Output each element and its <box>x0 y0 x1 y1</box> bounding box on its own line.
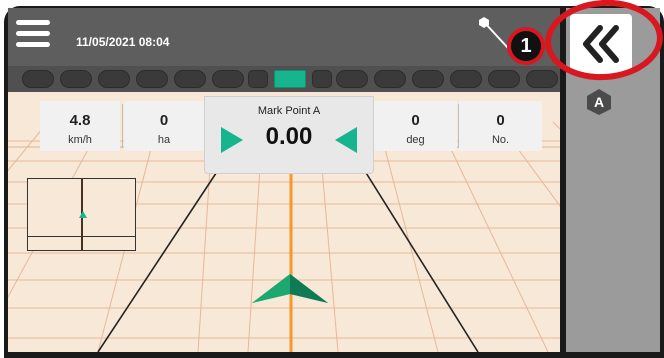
boom-section <box>22 70 54 88</box>
steer-left-arrow-icon <box>335 127 357 153</box>
boom-section <box>488 70 520 88</box>
count-value: 0 <box>496 112 505 129</box>
hexagon-badge-icon: A <box>587 89 611 115</box>
boom-section <box>174 70 206 88</box>
boom-section <box>450 70 482 88</box>
cross-track-panel[interactable]: Mark Point A 0.00 <box>204 96 374 174</box>
menu-icon <box>16 20 50 25</box>
boom-section <box>336 70 368 88</box>
count-unit: No. <box>491 134 510 146</box>
ab-line-badge[interactable]: A <box>585 88 613 116</box>
mini-map-boundary <box>28 236 135 237</box>
area-readout: 0 ha <box>124 101 204 151</box>
heading-unit: deg <box>406 134 425 146</box>
boom-section <box>136 70 168 88</box>
heading-value: 0 <box>411 112 420 129</box>
boom-section-strip <box>8 66 560 92</box>
mark-point-label: Mark Point A <box>257 105 321 117</box>
menu-icon <box>16 31 50 36</box>
boom-section <box>412 70 444 88</box>
boom-section <box>212 70 244 88</box>
speed-unit: km/h <box>68 134 92 146</box>
boom-section <box>526 70 558 88</box>
menu-icon <box>16 42 50 47</box>
divider <box>122 104 123 148</box>
mini-map[interactable] <box>27 178 136 251</box>
vehicle-arrow-icon <box>252 274 328 303</box>
speed-readout: 4.8 km/h <box>40 101 120 151</box>
mini-map-vehicle-icon <box>79 211 87 218</box>
speed-value: 4.8 <box>69 112 91 129</box>
boom-section <box>374 70 406 88</box>
boom-section <box>98 70 130 88</box>
boom-section <box>248 70 268 88</box>
boom-section-active <box>274 70 306 88</box>
count-readout: 0 No. <box>459 101 542 151</box>
boom-section <box>312 70 332 88</box>
boom-section <box>60 70 92 88</box>
menu-button[interactable] <box>14 18 54 54</box>
callout-number-badge: 1 <box>507 27 545 65</box>
ab-badge-letter: A <box>594 94 604 110</box>
datetime-text: 11/05/2021 08:04 <box>76 35 170 49</box>
heading-readout: 0 deg <box>374 101 457 151</box>
area-value: 0 <box>159 112 169 129</box>
area-unit: ha <box>157 134 171 146</box>
